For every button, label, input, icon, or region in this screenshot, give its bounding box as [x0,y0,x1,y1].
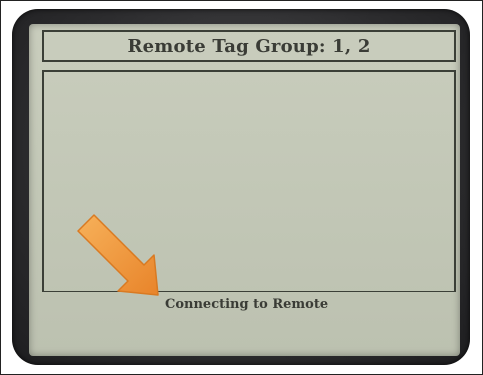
orange-arrow-icon [77,214,159,296]
screen-title: Remote Tag Group: 1, 2 [127,35,371,57]
status-message: Connecting to Remote [165,297,329,312]
title-bar: Remote Tag Group: 1, 2 [42,30,456,62]
